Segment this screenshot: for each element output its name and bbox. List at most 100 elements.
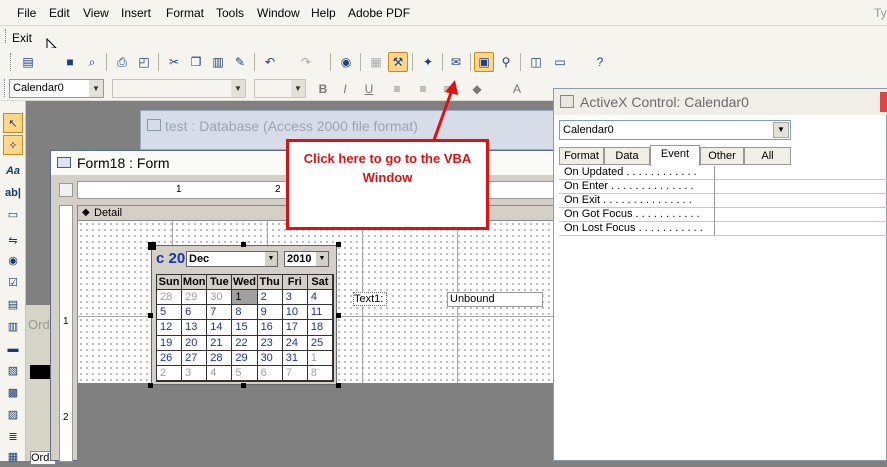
- command-button-icon[interactable]: ▬: [3, 339, 23, 359]
- property-sheet-window[interactable]: ActiveX Control: Calendar0 Calendar0 ▼ F…: [553, 88, 887, 461]
- calendar-control[interactable]: c 20 Dec ▼ 2010 ▼ Sun Mon Tue Wed Thu Fri Sat 2…: [151, 245, 337, 385]
- font-size-select[interactable]: ▼: [254, 79, 306, 98]
- image-icon[interactable]: ▧: [3, 361, 23, 381]
- property-value[interactable]: [714, 166, 887, 180]
- print-preview-icon[interactable]: ◰: [134, 52, 154, 72]
- calendar-day[interactable]: 16: [257, 320, 283, 336]
- option-button-icon[interactable]: ◉: [3, 251, 23, 271]
- calendar-day[interactable]: 28: [157, 290, 183, 306]
- hyperlink-icon[interactable]: ◉: [336, 52, 356, 72]
- calendar-day[interactable]: 3: [282, 290, 308, 306]
- calendar-day[interactable]: 5: [232, 365, 258, 381]
- menu-help[interactable]: Help: [311, 6, 336, 20]
- menu-view[interactable]: View: [83, 6, 109, 20]
- option-group-icon[interactable]: ▭: [3, 205, 23, 225]
- calendar-day[interactable]: 21: [207, 335, 233, 351]
- tab-data[interactable]: Data: [604, 147, 650, 165]
- toolbar-grip[interactable]: [10, 53, 13, 71]
- unbound-textbox[interactable]: Unbound: [447, 292, 543, 307]
- toolbox-icon[interactable]: ⚒: [388, 52, 408, 72]
- calendar-day[interactable]: 29: [182, 290, 208, 306]
- format-painter-icon[interactable]: ✎: [230, 52, 250, 72]
- tab-all[interactable]: All: [744, 147, 791, 165]
- checkbox-icon[interactable]: ☑: [3, 273, 23, 293]
- cut-icon[interactable]: ✂: [164, 52, 184, 72]
- property-value[interactable]: [714, 180, 887, 194]
- page-break-icon[interactable]: ≣: [3, 427, 23, 447]
- calendar-day[interactable]: 20: [182, 335, 208, 351]
- calendar-day[interactable]: 4: [307, 290, 333, 306]
- month-select[interactable]: Dec ▼: [186, 251, 278, 267]
- record-selector[interactable]: [30, 365, 50, 379]
- property-value[interactable]: [714, 208, 887, 222]
- calendar-day[interactable]: 27: [182, 350, 208, 366]
- unbound-object-frame-icon[interactable]: ▩: [3, 383, 23, 403]
- calendar-day[interactable]: 2: [257, 290, 283, 306]
- calendar-day[interactable]: 7: [282, 365, 308, 381]
- property-sheet-title-bar[interactable]: ActiveX Control: Calendar0: [554, 89, 887, 115]
- calendar-day[interactable]: 19: [157, 335, 183, 351]
- calendar-day[interactable]: 25: [307, 335, 333, 351]
- tab-format[interactable]: Format: [559, 147, 604, 165]
- property-value[interactable]: [714, 222, 887, 236]
- calendar-day[interactable]: 8: [307, 365, 333, 381]
- object-select[interactable]: Calendar0 ▼: [9, 79, 104, 98]
- file-search-icon[interactable]: ⌕: [82, 52, 102, 72]
- calendar-day[interactable]: 11: [307, 305, 333, 321]
- list-box-icon[interactable]: ▥: [3, 317, 23, 337]
- tab-other[interactable]: Other: [700, 147, 744, 165]
- tab-control-icon[interactable]: ▦: [3, 447, 23, 467]
- menu-insert[interactable]: Insert: [121, 6, 151, 20]
- copy-icon[interactable]: ❐: [186, 52, 206, 72]
- calendar-day[interactable]: 2: [157, 365, 183, 381]
- code-icon[interactable]: ✉: [446, 52, 466, 72]
- calendar-day[interactable]: 31: [282, 350, 308, 366]
- property-value[interactable]: [714, 194, 887, 208]
- bound-object-frame-icon[interactable]: ▨: [3, 405, 23, 425]
- build-icon[interactable]: ⚲: [496, 52, 516, 72]
- calendar-day[interactable]: 7: [207, 305, 233, 321]
- form-selector[interactable]: [59, 183, 73, 197]
- calendar-day[interactable]: 24: [282, 335, 308, 351]
- resize-handle[interactable]: [148, 383, 153, 388]
- calendar-day[interactable]: 4: [207, 365, 233, 381]
- calendar-day[interactable]: 18: [307, 320, 333, 336]
- calendar-day[interactable]: 12: [157, 320, 183, 336]
- calendar-day[interactable]: 13: [182, 320, 208, 336]
- calendar-day[interactable]: 1: [307, 350, 333, 366]
- resize-handle[interactable]: [148, 313, 153, 318]
- bold-icon[interactable]: B: [314, 80, 332, 98]
- select-objects-icon[interactable]: ↖: [3, 113, 23, 133]
- menu-format[interactable]: Format: [166, 6, 204, 20]
- calendar-day[interactable]: 28: [207, 350, 233, 366]
- menu-edit[interactable]: Edit: [49, 6, 70, 20]
- calendar-day[interactable]: 22: [232, 335, 258, 351]
- database-window-icon[interactable]: ◫: [526, 52, 546, 72]
- resize-handle[interactable]: [241, 383, 246, 388]
- save-icon[interactable]: ■: [60, 52, 80, 72]
- undo-icon[interactable]: ↶: [260, 52, 280, 72]
- field-list-icon[interactable]: ▦: [366, 52, 386, 72]
- object-combo[interactable]: Calendar0 ▼: [559, 120, 791, 140]
- calendar-day[interactable]: 9: [257, 305, 283, 321]
- paste-icon[interactable]: ▥: [208, 52, 228, 72]
- help-question-box[interactable]: Ty: [874, 6, 887, 20]
- tab-event[interactable]: Event: [650, 145, 700, 166]
- combo-box-icon[interactable]: ▤: [3, 295, 23, 315]
- new-object-icon[interactable]: ▭: [550, 52, 570, 72]
- calendar-day[interactable]: 10: [282, 305, 308, 321]
- label-tool-icon[interactable]: Aa: [3, 161, 23, 181]
- calendar-day[interactable]: 29: [232, 350, 258, 366]
- resize-handle[interactable]: [241, 242, 246, 247]
- fill-color-icon[interactable]: ◆: [468, 80, 486, 98]
- calendar-day[interactable]: 14: [207, 320, 233, 336]
- align-left-icon[interactable]: ≡: [388, 80, 406, 98]
- resize-handle[interactable]: [336, 242, 341, 247]
- calendar-day[interactable]: 26: [157, 350, 183, 366]
- font-color-icon[interactable]: A: [508, 80, 526, 98]
- exit-button[interactable]: Exit: [12, 31, 32, 45]
- calendar-day[interactable]: 6: [182, 305, 208, 321]
- calendar-day[interactable]: 23: [257, 335, 283, 351]
- underline-icon[interactable]: U: [360, 80, 378, 98]
- calendar-day[interactable]: 30: [207, 290, 233, 306]
